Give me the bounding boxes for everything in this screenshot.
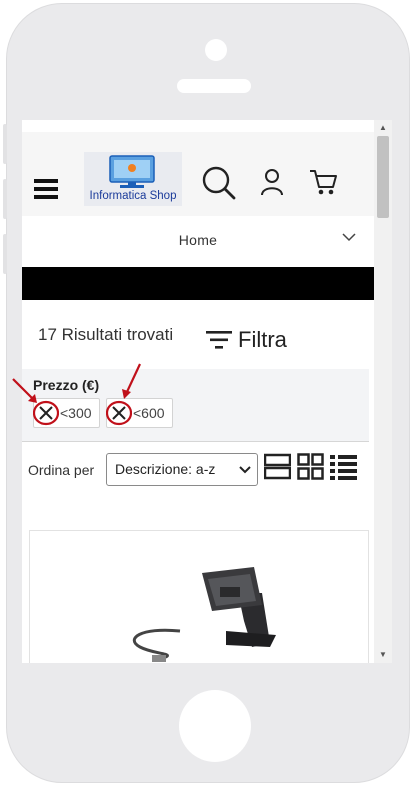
hamburger-icon[interactable] (34, 179, 58, 199)
sort-label: Ordina per (28, 462, 95, 478)
view-list-large-icon[interactable] (264, 453, 291, 480)
chevron-down-icon (239, 466, 251, 474)
site-header: Informatica Shop (22, 132, 374, 216)
user-icon[interactable] (260, 168, 284, 196)
nav-home-label: Home (178, 232, 218, 248)
search-icon[interactable] (200, 164, 236, 200)
annotation-arrow (122, 363, 141, 399)
product-card[interactable] (29, 530, 369, 663)
price-chip-label: <300 (60, 405, 92, 421)
close-icon[interactable] (106, 400, 132, 426)
price-filter-title: Prezzo (€) (33, 377, 100, 393)
sort-selected-value: Descrizione: a-z (115, 461, 216, 477)
active-filters-panel: Prezzo (€) <300 <600 (22, 369, 369, 442)
cart-icon[interactable] (308, 168, 338, 196)
chevron-down-icon[interactable] (342, 232, 356, 242)
view-list-icon[interactable] (330, 453, 357, 480)
black-banner (22, 267, 374, 300)
logo-text: Informatica Shop (89, 190, 177, 202)
side-button (3, 124, 7, 164)
shop-logo[interactable]: Informatica Shop (84, 152, 182, 206)
scrollbar-thumb[interactable] (377, 136, 389, 218)
side-button (3, 179, 7, 219)
price-chip-label: <600 (133, 405, 165, 421)
phone-screen: Informatica Shop Home 17 Risultati trova… (22, 120, 392, 663)
sort-select[interactable]: Descrizione: a-z (106, 453, 258, 486)
price-filter-chip[interactable]: <600 (106, 398, 173, 428)
annotation-arrow (12, 378, 37, 403)
sort-row: Ordina per Descrizione: a-z (28, 453, 258, 487)
filter-label: Filtra (238, 327, 287, 352)
view-grid-icon[interactable] (297, 453, 324, 480)
view-mode-switcher (264, 453, 357, 480)
scrollbar[interactable]: ▲ ▼ (374, 120, 392, 663)
scroll-down-arrow-icon[interactable]: ▼ (374, 647, 392, 663)
nav-home-row[interactable]: Home (22, 216, 374, 266)
price-filter-chip[interactable]: <300 (33, 398, 100, 428)
camera (205, 39, 227, 61)
page-content: Informatica Shop Home 17 Risultati trova… (22, 120, 374, 663)
results-count: 17 Risultati trovati (38, 325, 174, 344)
speaker (177, 79, 251, 93)
scroll-up-arrow-icon[interactable]: ▲ (374, 120, 392, 136)
monitor-icon (109, 155, 155, 188)
barcode-scanner-image (132, 567, 276, 662)
side-button (3, 234, 7, 274)
filter-button[interactable]: Filtra (206, 324, 287, 356)
home-hardware-button[interactable] (179, 690, 251, 762)
filter-icon (206, 331, 232, 349)
